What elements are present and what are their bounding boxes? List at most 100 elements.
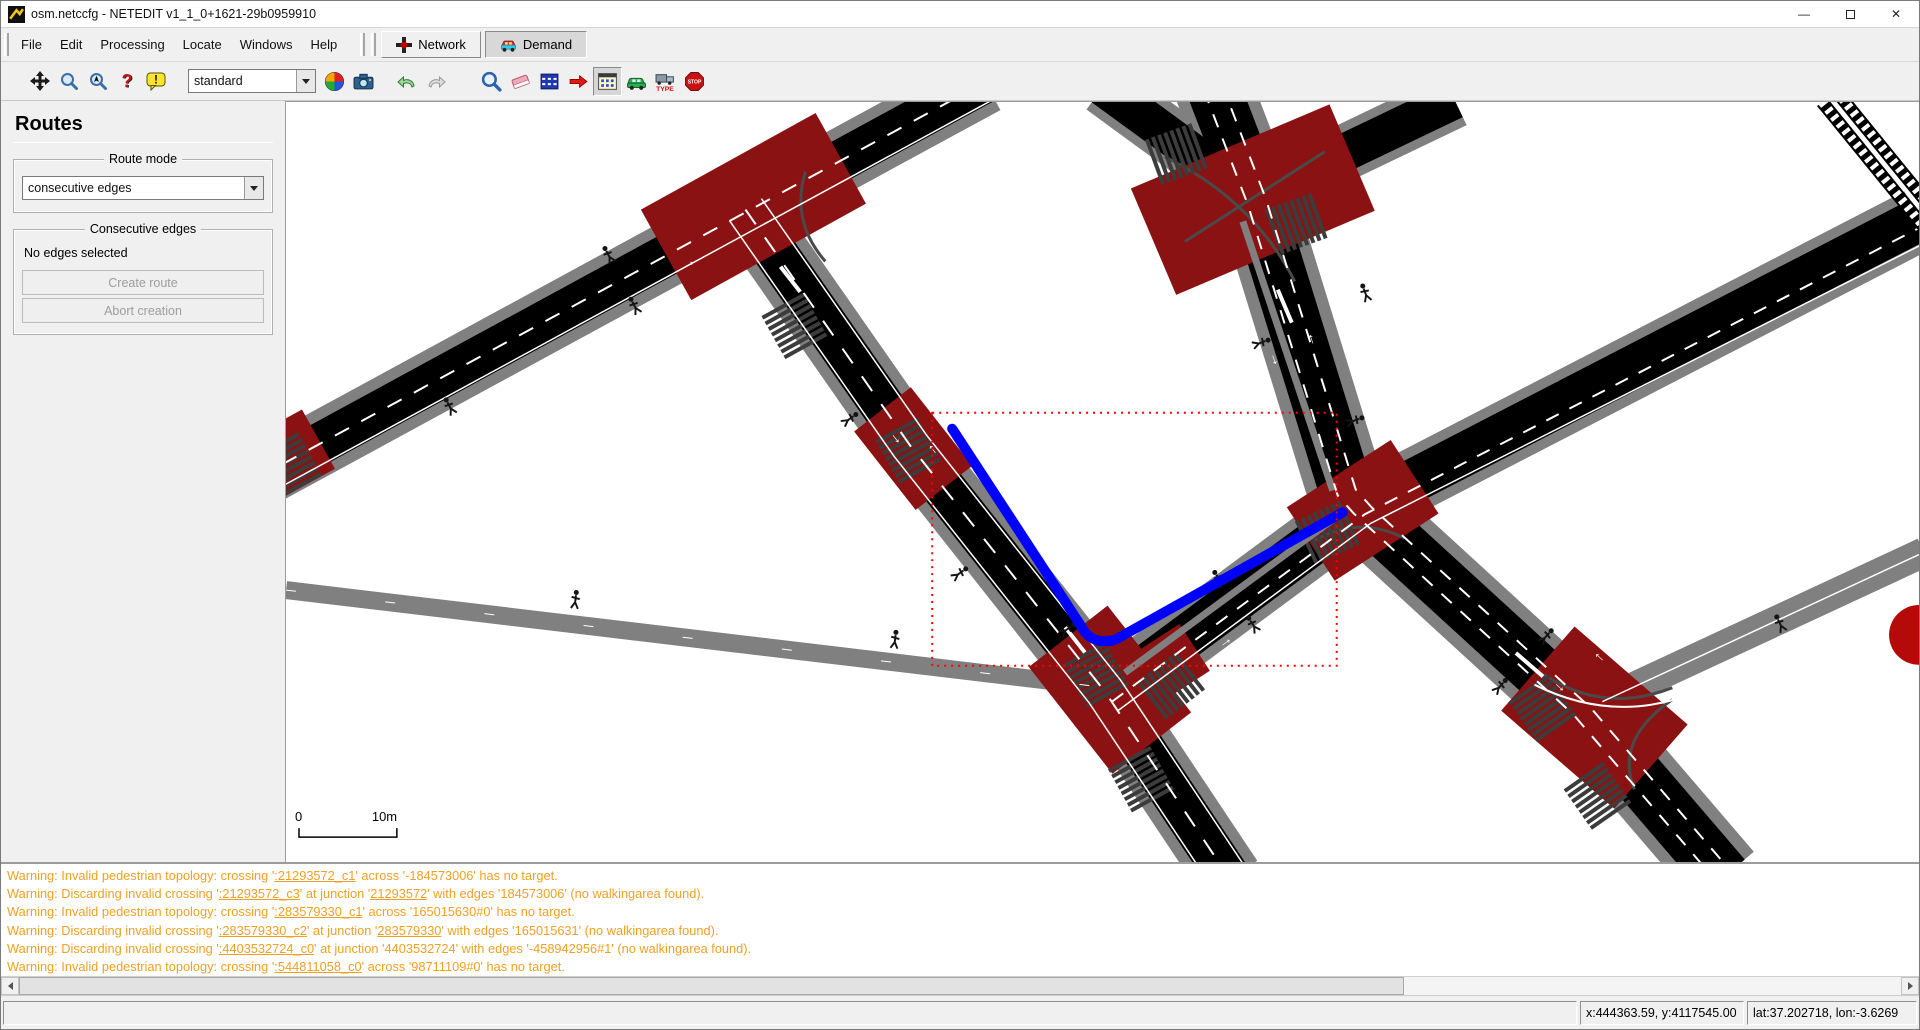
scale-bar: 0 10m [295, 809, 397, 837]
route-mode-select[interactable]: consecutive edges [22, 176, 264, 200]
frame-title: Routes [15, 113, 273, 136]
junction-id-link[interactable]: 283579330 [377, 923, 441, 938]
warning-line: Warning: Discarding invalid crossing ':2… [7, 922, 1919, 940]
redo-button[interactable] [421, 67, 450, 96]
warning-line: Warning: Invalid pedestrian topology: cr… [7, 903, 1919, 921]
divider [13, 142, 273, 143]
help-icon: ? ? [117, 71, 137, 91]
view-preset-value: standard [189, 74, 296, 88]
redo-icon [426, 71, 446, 91]
abort-creation-button[interactable]: Abort creation [22, 298, 264, 323]
consecutive-edges-group-label: Consecutive edges [85, 222, 201, 236]
route-mode-group-label: Route mode [104, 152, 182, 166]
app-icon [8, 6, 25, 23]
view-preset-dropdown[interactable] [296, 70, 315, 92]
junctions[interactable] [286, 104, 1919, 808]
geo-coordinates: lat:37.202718, lon:-3.6269 [1747, 1001, 1917, 1025]
route-mode-value: consecutive edges [23, 181, 244, 195]
help-button[interactable]: ? ? [112, 67, 141, 96]
menu-locate[interactable]: Locate [174, 30, 231, 59]
vehicle-icon [626, 71, 647, 92]
crossing-id-link[interactable]: :544811058_c0 [274, 959, 361, 974]
snapshot-button[interactable] [349, 67, 378, 96]
chevron-down-icon [302, 79, 310, 84]
routes-frame: Routes Route mode consecutive edges Cons… [1, 101, 286, 862]
menu-processing[interactable]: Processing [91, 30, 173, 59]
stop-icon-label: STOP [688, 79, 702, 85]
demand-label: Demand [523, 37, 572, 52]
stop-icon: STOP [684, 71, 705, 92]
route-mode-dropdown[interactable] [244, 177, 263, 199]
crossing-id-link[interactable]: :21293572_c3 [219, 886, 300, 901]
scroll-right-button[interactable] [1901, 977, 1919, 995]
delete-mode-button[interactable] [506, 67, 535, 96]
menu-edit[interactable]: Edit [51, 30, 91, 59]
consecutive-edges-group: Consecutive edges No edges selected Crea… [13, 229, 273, 335]
undo-icon [397, 71, 417, 91]
locate-button[interactable] [83, 67, 112, 96]
window-title: osm.netccfg - NETEDIT v1_1_0+1621-29b095… [31, 7, 316, 21]
crossing-id-link[interactable]: :283579330_c1 [274, 904, 362, 919]
view-preset-select[interactable]: standard [188, 69, 316, 93]
scale-ten-label: 10m [372, 809, 397, 824]
crossing-id-link[interactable]: :283579330_c2 [219, 923, 307, 938]
zoom-icon [59, 71, 79, 91]
message-window[interactable]: Warning: Invalid pedestrian topology: cr… [1, 862, 1919, 976]
scrollbar-thumb[interactable] [19, 977, 1404, 995]
create-route-button[interactable]: Create route [22, 270, 264, 295]
vehicle-mode-button[interactable] [622, 67, 651, 96]
scale-zero-label: 0 [295, 809, 302, 824]
minimize-icon: — [1798, 7, 1810, 21]
network-map[interactable]: ↑ ↑ ↑ ↑ ↑ ↑ ↑ ↑ ↑ ↑ [286, 102, 1919, 862]
camera-icon [353, 71, 374, 92]
route-mode-icon [597, 71, 618, 92]
horizontal-scrollbar[interactable] [1, 976, 1919, 995]
network-canvas[interactable]: ↑ ↑ ↑ ↑ ↑ ↑ ↑ ↑ ↑ ↑ [286, 101, 1919, 862]
color-scheme-button[interactable] [320, 67, 349, 96]
type-icon-label: TYPE [656, 85, 674, 91]
messages-button[interactable]: ! [141, 67, 170, 96]
select-icon [539, 71, 560, 92]
move-view-button[interactable] [25, 67, 54, 96]
move-arrow-icon [568, 71, 589, 92]
zoom-button[interactable] [54, 67, 83, 96]
network-label: Network [418, 37, 466, 52]
menu-help[interactable]: Help [301, 30, 346, 59]
select-mode-button[interactable] [535, 67, 564, 96]
eraser-icon [510, 71, 531, 92]
crossing-id-link[interactable]: :4403532724_c0 [219, 941, 314, 956]
toolbar-grip[interactable] [4, 33, 9, 56]
warning-line: Warning: Invalid pedestrian topology: cr… [7, 958, 1919, 976]
route-mode-button[interactable] [593, 67, 622, 96]
close-button[interactable]: ✕ [1873, 1, 1919, 28]
warning-line: Warning: Discarding invalid crossing ':2… [7, 885, 1919, 903]
stop-mode-button[interactable]: STOP [680, 67, 709, 96]
svg-text:!: ! [154, 73, 158, 87]
inspect-mode-button[interactable] [477, 67, 506, 96]
menu-windows[interactable]: Windows [231, 30, 302, 59]
minimize-button[interactable]: — [1781, 1, 1827, 28]
move-mode-button[interactable] [564, 67, 593, 96]
menu-file[interactable]: File [12, 30, 51, 59]
toolbar-grip[interactable] [371, 33, 376, 56]
undo-button[interactable] [392, 67, 421, 96]
route-mode-group: Route mode consecutive edges [13, 159, 273, 213]
warning-line: Warning: Discarding invalid crossing ':4… [7, 940, 1919, 958]
demand-supermode-button[interactable]: Demand [485, 31, 587, 58]
toolbar-grip[interactable] [360, 33, 365, 56]
scroll-left-button[interactable] [1, 977, 19, 995]
network-supermode-button[interactable]: Network [381, 31, 481, 58]
main-area: Routes Route mode consecutive edges Cons… [1, 101, 1919, 862]
junction-id-link[interactable]: 21293572 [370, 886, 427, 901]
type-icon: TYPE [655, 71, 676, 92]
scrollbar-track[interactable] [1404, 977, 1901, 995]
status-message-field [3, 1001, 1577, 1025]
chevron-down-icon [250, 186, 258, 191]
maximize-button[interactable] [1827, 1, 1873, 28]
locate-icon [88, 71, 108, 91]
maximize-icon [1846, 10, 1855, 19]
demand-icon [500, 37, 517, 53]
type-mode-button[interactable]: TYPE [651, 67, 680, 96]
warning-line: Warning: Invalid pedestrian topology: cr… [7, 867, 1919, 885]
crossing-id-link[interactable]: :21293572_c1 [274, 868, 355, 883]
